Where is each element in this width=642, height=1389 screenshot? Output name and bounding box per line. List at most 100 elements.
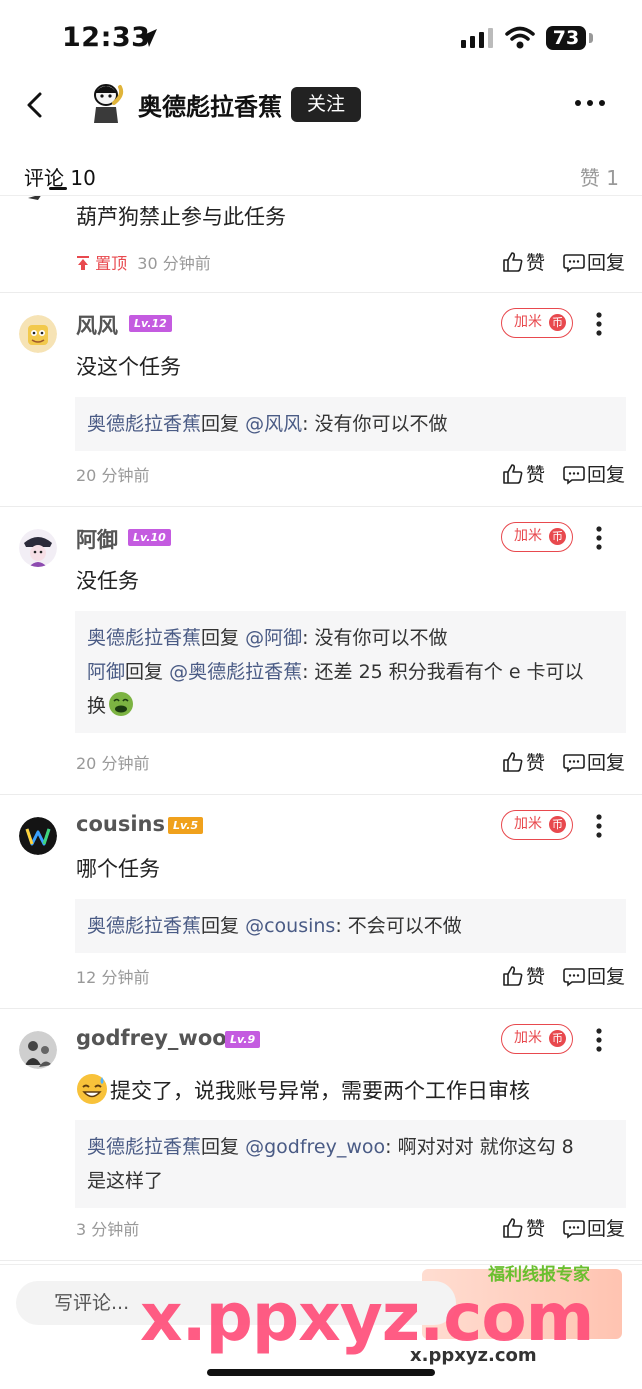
jiami-label: 加米 bbox=[514, 528, 542, 544]
username[interactable]: godfrey_woo bbox=[76, 1026, 227, 1050]
reply-bubble-icon bbox=[563, 466, 585, 485]
reply-thread[interactable]: 奥德彪拉香蕉回复 @godfrey_woo: 啊对对对 就你这勾 8 是这样了 bbox=[75, 1120, 626, 1208]
user-avatar[interactable] bbox=[19, 1031, 57, 1069]
user-avatar[interactable] bbox=[19, 817, 57, 855]
reply-line: 奥德彪拉香蕉回复 @cousins: 不会可以不做 bbox=[87, 909, 614, 943]
thumbs-up-icon bbox=[503, 752, 523, 772]
like-button[interactable]: 赞 bbox=[502, 460, 545, 487]
jiami-button[interactable]: 加米币 bbox=[501, 522, 573, 552]
username[interactable]: 阿御 bbox=[76, 524, 118, 554]
comment-card: 阿御 Lv.10 加米币 没任务 奥德彪拉香蕉回复 @阿御: 没有你可以不做 阿… bbox=[0, 507, 642, 795]
level-badge: Lv.5 bbox=[168, 817, 204, 834]
back-chevron-icon[interactable] bbox=[22, 90, 48, 120]
reply-text: : 不会可以不做 bbox=[335, 915, 462, 937]
pinned-comment: 葫芦狗禁止参与此任务 置顶 30 分钟前 赞 回复 bbox=[0, 196, 642, 293]
like-button[interactable]: 赞 bbox=[502, 962, 545, 989]
reply-button[interactable]: 回复 bbox=[563, 460, 625, 487]
coin-icon: 币 bbox=[549, 528, 566, 545]
reply-bubble-icon bbox=[563, 968, 585, 987]
reply-bubble-icon bbox=[563, 254, 585, 273]
user-avatar[interactable] bbox=[19, 529, 57, 567]
coin-icon: 币 bbox=[549, 1030, 566, 1047]
reply-thread[interactable]: 奥德彪拉香蕉回复 @风风: 没有你可以不做 bbox=[75, 397, 626, 451]
comment-text: 没任务 bbox=[76, 569, 139, 593]
reply-author[interactable]: 奥德彪拉香蕉 bbox=[87, 627, 201, 649]
like-label: 赞 bbox=[526, 966, 546, 988]
reply-thread[interactable]: 奥德彪拉香蕉回复 @阿御: 没有你可以不做 阿御回复 @奥德彪拉香蕉: 还差 2… bbox=[75, 611, 626, 733]
reply-line-continued: 是这样了 bbox=[87, 1164, 614, 1198]
like-label: 赞 bbox=[526, 464, 546, 486]
kebab-menu-icon[interactable] bbox=[596, 1028, 602, 1052]
sick-face-emoji-icon bbox=[109, 692, 134, 716]
jiami-button[interactable]: 加米币 bbox=[501, 308, 573, 338]
reply-verb: 回复 bbox=[125, 661, 164, 683]
kebab-menu-icon[interactable] bbox=[596, 312, 602, 336]
like-button[interactable]: 赞 bbox=[502, 248, 545, 275]
watermark-url: x.ppxyz.com bbox=[410, 1345, 537, 1366]
author-name[interactable]: 奥德彪拉香蕉 bbox=[138, 87, 282, 122]
reply-text: : 没有你可以不做 bbox=[302, 413, 448, 435]
reply-target[interactable]: @风风 bbox=[245, 413, 302, 435]
jiami-button[interactable]: 加米币 bbox=[501, 1024, 573, 1054]
thumbs-up-icon bbox=[503, 252, 523, 272]
kebab-menu-icon[interactable] bbox=[596, 814, 602, 838]
battery-indicator: 73 bbox=[546, 26, 586, 50]
reply-text: : 还差 25 积分我看有个 e 卡可以 bbox=[302, 661, 584, 683]
reply-button[interactable]: 回复 bbox=[563, 248, 625, 275]
wifi-icon bbox=[505, 26, 535, 49]
reply-author[interactable]: 奥德彪拉香蕉 bbox=[87, 1136, 201, 1158]
kebab-menu-icon[interactable] bbox=[596, 526, 602, 550]
comment-text: 提交了，说我账号异常，需要两个工作日审核 bbox=[76, 1073, 530, 1107]
comment-time: 3 分钟前 bbox=[76, 1220, 140, 1239]
pin-icon bbox=[77, 256, 89, 270]
comment-meta: 置顶 30 分钟前 bbox=[76, 250, 211, 274]
thumbs-up-icon bbox=[503, 1218, 523, 1238]
reply-author[interactable]: 阿御 bbox=[87, 661, 125, 683]
tab-likes[interactable]: 赞 1 bbox=[580, 162, 619, 191]
comment-feed[interactable]: 葫芦狗禁止参与此任务 置顶 30 分钟前 赞 回复 风风 Lv.12 加米币 没… bbox=[0, 196, 642, 1264]
reply-line: 奥德彪拉香蕉回复 @godfrey_woo: 啊对对对 就你这勾 8 bbox=[87, 1130, 614, 1164]
reply-line: 奥德彪拉香蕉回复 @风风: 没有你可以不做 bbox=[87, 407, 614, 441]
reply-author[interactable]: 奥德彪拉香蕉 bbox=[87, 915, 201, 937]
username[interactable]: cousins bbox=[76, 812, 165, 836]
reply-label: 回复 bbox=[587, 464, 626, 486]
comment-text: 没这个任务 bbox=[76, 355, 181, 379]
avatar-fragment bbox=[28, 196, 41, 200]
comment-card: cousins Lv.5 加米币 哪个任务 奥德彪拉香蕉回复 @cousins:… bbox=[0, 795, 642, 1009]
reply-verb: 回复 bbox=[201, 1136, 240, 1158]
reply-button[interactable]: 回复 bbox=[563, 748, 625, 775]
author-avatar[interactable] bbox=[86, 81, 126, 127]
reply-button[interactable]: 回复 bbox=[563, 1214, 625, 1241]
home-indicator[interactable] bbox=[207, 1369, 435, 1376]
reply-label: 回复 bbox=[587, 252, 626, 274]
like-button[interactable]: 赞 bbox=[502, 1214, 545, 1241]
like-button[interactable]: 赞 bbox=[502, 748, 545, 775]
reply-target[interactable]: @godfrey_woo bbox=[245, 1136, 385, 1158]
follow-button[interactable]: 关注 bbox=[291, 87, 361, 122]
reply-author[interactable]: 奥德彪拉香蕉 bbox=[87, 413, 201, 435]
reply-label: 回复 bbox=[587, 966, 626, 988]
comment-text: 葫芦狗禁止参与此任务 bbox=[76, 205, 286, 229]
reply-target[interactable]: @cousins bbox=[245, 915, 335, 937]
reply-button[interactable]: 回复 bbox=[563, 962, 625, 989]
level-badge: Lv.10 bbox=[128, 529, 171, 546]
comment-time: 20 分钟前 bbox=[76, 466, 150, 485]
reply-target[interactable]: @阿御 bbox=[245, 627, 302, 649]
post-header: 奥德彪拉香蕉 关注 bbox=[0, 76, 642, 136]
jiami-label: 加米 bbox=[514, 1030, 542, 1046]
like-label: 赞 bbox=[526, 752, 546, 774]
like-label: 赞 bbox=[526, 252, 546, 274]
jiami-button[interactable]: 加米币 bbox=[501, 810, 573, 840]
reply-thread[interactable]: 奥德彪拉香蕉回复 @cousins: 不会可以不做 bbox=[75, 899, 626, 953]
jiami-label: 加米 bbox=[514, 314, 542, 330]
reply-verb: 回复 bbox=[201, 915, 240, 937]
comment-tabs: 评论 10 赞 1 bbox=[0, 150, 642, 196]
sweat-grin-emoji-icon bbox=[77, 1074, 107, 1104]
comment-text: 哪个任务 bbox=[76, 857, 160, 881]
username[interactable]: 风风 bbox=[76, 310, 118, 340]
reply-text: : 没有你可以不做 bbox=[302, 627, 448, 649]
reply-target[interactable]: @奥德彪拉香蕉 bbox=[169, 661, 302, 683]
reply-bubble-icon bbox=[563, 754, 585, 773]
user-avatar[interactable] bbox=[19, 315, 57, 353]
more-options-icon[interactable] bbox=[572, 95, 608, 111]
